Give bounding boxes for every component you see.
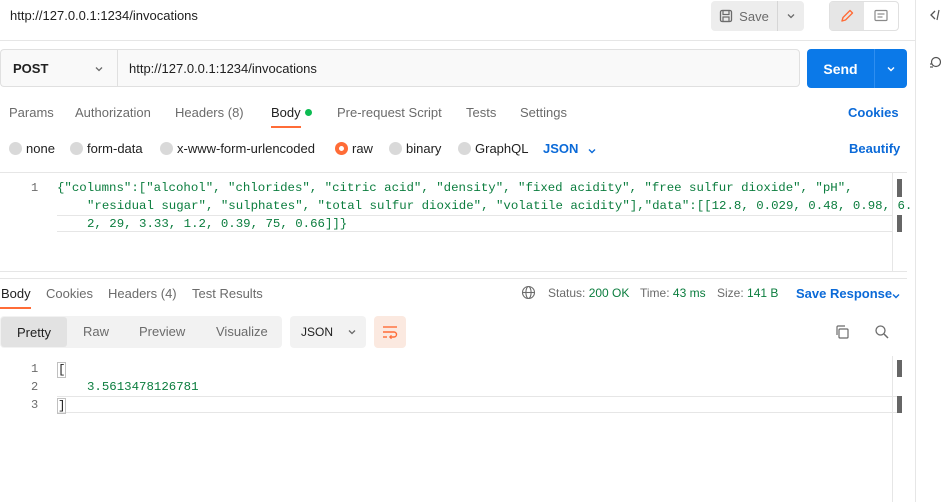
chevron-down-icon [887, 66, 895, 71]
send-options-button[interactable] [874, 49, 907, 88]
chevron-down-icon [94, 62, 104, 77]
comments-button[interactable] [864, 2, 898, 30]
request-body-code[interactable]: {"columns":["alcohol", "chlorides", "cit… [57, 179, 913, 233]
save-options-button[interactable] [777, 1, 803, 31]
tab-authorization[interactable]: Authorization [75, 105, 151, 120]
response-format-label: JSON [301, 325, 334, 339]
line-number: 1 [31, 181, 39, 195]
view-pretty-button[interactable]: Pretty [1, 317, 67, 347]
line-number: 3 [31, 398, 39, 412]
bracket: [ [57, 362, 67, 378]
active-tab-underline [0, 307, 31, 309]
radio-form-data-label[interactable]: form-data [87, 141, 143, 156]
response-tab-cookies[interactable]: Cookies [46, 286, 93, 301]
code-line: 2, 29, 3.33, 1.2, 0.39, 75, 0.66]]} [87, 217, 348, 231]
radio-graphql[interactable] [458, 142, 471, 155]
tab-params[interactable]: Params [9, 105, 54, 120]
save-label: Save [739, 8, 769, 24]
radio-urlencoded[interactable] [160, 142, 173, 155]
active-tab-underline [271, 126, 301, 128]
code-line: {"columns":["alcohol", "chlorides", "cit… [57, 181, 853, 195]
url-input[interactable]: http://127.0.0.1:1234/invocations [117, 49, 800, 87]
copy-icon[interactable] [834, 324, 850, 343]
scrollbar-thumb[interactable] [897, 396, 902, 413]
time-label: Time: [640, 286, 670, 300]
search-icon[interactable] [874, 324, 890, 343]
line-number: 1 [31, 362, 39, 376]
active-line-highlight [57, 396, 897, 413]
size-label: Size: [717, 286, 744, 300]
globe-icon[interactable] [521, 285, 536, 303]
scrollbar-thumb[interactable] [897, 179, 902, 197]
response-tab-body[interactable]: Body [1, 286, 31, 301]
code-line: "residual sugar", "sulphates", "total su… [87, 199, 913, 213]
body-indicator-dot [305, 109, 312, 116]
radio-none-label[interactable]: none [26, 141, 55, 156]
chevron-down-icon [587, 144, 597, 159]
save-button[interactable]: Save [711, 1, 777, 31]
view-raw-button[interactable]: Raw [83, 324, 109, 339]
lightbulb-icon [930, 56, 941, 68]
tab-headers[interactable]: Headers (8) [175, 105, 244, 120]
view-visualize-button[interactable]: Visualize [216, 324, 268, 339]
size-indicator[interactable]: Size: 141 B [717, 286, 778, 300]
info-icon[interactable] [929, 56, 941, 75]
tab-tests[interactable]: Tests [466, 105, 496, 120]
response-tab-headers[interactable]: Headers (4) [108, 286, 177, 301]
scrollbar-thumb[interactable] [897, 360, 902, 377]
comment-icon [874, 9, 888, 22]
status-value: 200 OK [588, 286, 630, 300]
request-title[interactable]: http://127.0.0.1:1234/invocations [10, 8, 198, 23]
pencil-icon [841, 9, 854, 22]
radio-raw[interactable] [335, 142, 348, 155]
line-number: 2 [31, 380, 39, 394]
response-code-line: ] [57, 398, 67, 414]
response-tab-test-results[interactable]: Test Results [192, 286, 263, 301]
chevron-down-icon [787, 14, 794, 19]
status-label: Status: [548, 286, 586, 300]
scrollbar-thumb[interactable] [897, 215, 902, 232]
cookies-link[interactable]: Cookies [848, 105, 899, 120]
bracket: ] [57, 398, 67, 414]
chevron-down-icon[interactable] [891, 289, 901, 304]
tab-pre-request-script[interactable]: Pre-request Script [337, 105, 442, 120]
method-label: POST [13, 60, 49, 76]
code-brackets-icon [930, 9, 940, 21]
chevron-down-icon [348, 330, 356, 335]
body-format-select[interactable]: JSON [543, 141, 578, 156]
wrap-lines-button[interactable] [374, 316, 406, 348]
right-sidebar [915, 0, 941, 502]
divider [0, 278, 907, 279]
scrollbar-track[interactable] [892, 356, 907, 502]
tab-settings[interactable]: Settings [520, 105, 567, 120]
radio-raw-label[interactable]: raw [352, 141, 373, 156]
send-button-group: Send [807, 49, 907, 88]
url-text: http://127.0.0.1:1234/invocations [129, 60, 317, 76]
radio-binary[interactable] [389, 142, 402, 155]
send-button[interactable]: Send [807, 49, 874, 88]
status-indicator[interactable]: Status: 200 OK [548, 286, 629, 300]
response-format-select[interactable]: JSON [290, 316, 366, 348]
response-code-line: [ [57, 362, 67, 378]
size-value: 141 B [747, 286, 779, 300]
code-icon[interactable] [929, 8, 941, 25]
radio-none[interactable] [9, 142, 22, 155]
radio-urlencoded-label[interactable]: x-www-form-urlencoded [177, 141, 315, 156]
save-response-button[interactable]: Save Response [796, 286, 892, 301]
tab-body[interactable]: Body [271, 105, 301, 120]
time-indicator[interactable]: Time: 43 ms [640, 286, 706, 300]
response-value: 3.5613478126781 [87, 380, 199, 394]
radio-binary-label[interactable]: binary [406, 141, 441, 156]
wrap-lines-icon [383, 326, 398, 339]
save-button-group: Save [711, 1, 804, 31]
edit-button[interactable] [830, 2, 864, 30]
view-preview-button[interactable]: Preview [139, 324, 185, 339]
beautify-link[interactable]: Beautify [849, 141, 900, 156]
radio-graphql-label[interactable]: GraphQL [475, 141, 528, 156]
view-toggle [829, 1, 899, 31]
radio-form-data[interactable] [70, 142, 83, 155]
divider [0, 40, 915, 41]
save-icon [720, 9, 733, 23]
time-value: 43 ms [672, 286, 706, 300]
